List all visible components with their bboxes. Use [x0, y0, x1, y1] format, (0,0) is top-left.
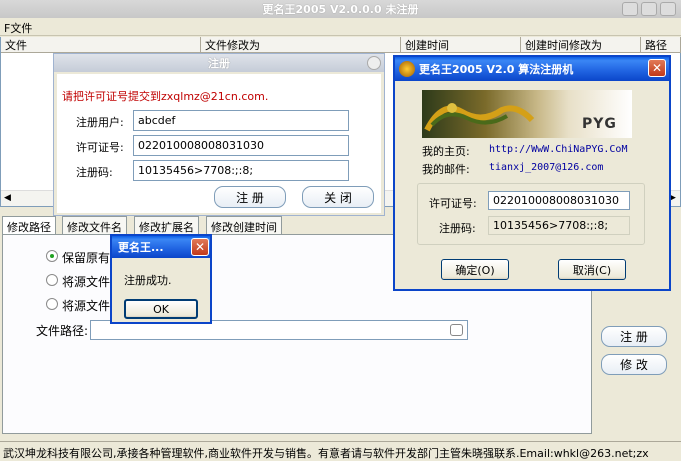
- message-box-text: 注册成功.: [124, 274, 172, 287]
- status-bar: 武汉坤龙科技有限公司,承接各种管理软件,商业软件开发与销售。有意者请与软件开发部…: [0, 441, 681, 461]
- main-title-bar: 更名王2005 V2.0.0.0 未注册: [0, 0, 681, 18]
- keygen-banner: PYG: [422, 90, 632, 138]
- file-path-label: 文件路径:: [36, 324, 89, 338]
- register-license-input[interactable]: 022010008008031030: [133, 135, 349, 156]
- keygen-license-label: 许可证号:: [429, 197, 477, 210]
- register-dialog-close-button[interactable]: [367, 56, 381, 70]
- column-header-file[interactable]: 文件: [1, 37, 201, 53]
- option-move-source-radio[interactable]: [46, 274, 58, 286]
- column-header-file-rename[interactable]: 文件修改为: [201, 37, 401, 53]
- keygen-code-output[interactable]: 10135456>7708:;:8;: [488, 216, 630, 235]
- main-minimize-button[interactable]: [622, 2, 638, 16]
- column-header-create-time[interactable]: 创建时间: [401, 37, 521, 53]
- tab-modify-extension[interactable]: 修改扩展名: [134, 216, 199, 234]
- main-modify-button[interactable]: 修 改: [601, 354, 667, 375]
- column-header-path[interactable]: 路径: [641, 37, 681, 53]
- keygen-homepage-label: 我的主页:: [422, 145, 470, 158]
- keygen-code-label: 注册码:: [439, 222, 476, 235]
- keygen-title-bar: 更名王2005 V2.0 算法注册机: [395, 57, 669, 81]
- register-dialog-close-text-button[interactable]: 关 闭: [302, 186, 374, 208]
- keygen-banner-text: PYG: [582, 116, 617, 132]
- register-dialog-title: 注册: [208, 57, 230, 70]
- register-code-label: 注册码:: [76, 166, 113, 179]
- scroll-left-icon[interactable]: ◀: [4, 193, 11, 203]
- keygen-title: 更名王2005 V2.0 算法注册机: [419, 63, 574, 76]
- dragon-icon: [424, 103, 535, 132]
- register-dialog-register-button[interactable]: 注 册: [214, 186, 286, 208]
- main-register-button[interactable]: 注 册: [601, 326, 667, 347]
- main-title: 更名王2005 V2.0.0.0 未注册: [262, 3, 419, 16]
- status-text: 武汉坤龙科技有限公司,承接各种管理软件,商业软件开发与销售。有意者请与软件开发部…: [3, 447, 649, 460]
- menu-file[interactable]: F文件: [4, 20, 32, 36]
- register-notice: 请把许可证号提交到zxqlmz@21cn.com.: [62, 90, 269, 103]
- keygen-email-label: 我的邮件:: [422, 163, 470, 176]
- register-dialog-title-bar: 注册: [54, 54, 384, 72]
- register-license-label: 许可证号:: [76, 141, 124, 154]
- tab-modify-create-time[interactable]: 修改创建时间: [206, 216, 282, 234]
- main-close-button[interactable]: [660, 2, 676, 16]
- column-header-create-time-change[interactable]: 创建时间修改为: [521, 37, 641, 53]
- register-dialog: 注册 请把许可证号提交到zxqlmz@21cn.com. 注册用户: abcde…: [53, 53, 385, 216]
- menu-bar: F文件: [0, 18, 681, 36]
- keygen-cancel-button[interactable]: 取消(C): [558, 259, 626, 280]
- main-maximize-button[interactable]: [641, 2, 657, 16]
- tab-modify-path[interactable]: 修改路径: [2, 216, 56, 234]
- option-move-source-label: 将源文件: [62, 275, 111, 289]
- keygen-ok-button[interactable]: 确定(O): [441, 259, 509, 280]
- register-user-label: 注册用户:: [76, 116, 124, 129]
- keygen-window: 更名王2005 V2.0 算法注册机 ✕ PYG 我的主页: http://Ww…: [393, 55, 671, 291]
- keygen-app-icon: [399, 61, 415, 77]
- message-box-ok-button[interactable]: OK: [124, 299, 198, 319]
- option-keep-original-label: 保留原有: [62, 251, 111, 265]
- register-code-input[interactable]: 10135456>7708:;:8;: [133, 160, 349, 181]
- option-copy-source-label: 将源文件: [62, 299, 111, 313]
- keygen-license-input[interactable]: 022010008008031030: [488, 191, 630, 210]
- keygen-close-button[interactable]: ✕: [648, 59, 666, 77]
- message-box-title: 更名王...: [118, 241, 164, 254]
- tab-modify-filename[interactable]: 修改文件名: [62, 216, 127, 234]
- keygen-email-link[interactable]: tianxj_2007@126.com: [489, 162, 603, 173]
- option-copy-source-radio[interactable]: [46, 298, 58, 310]
- option-keep-original-radio[interactable]: [46, 250, 58, 262]
- keygen-homepage-link[interactable]: http://WwW.ChiNaPYG.CoM: [489, 144, 627, 155]
- message-box-close-button[interactable]: ✕: [191, 238, 209, 256]
- message-box: 更名王... ✕ 注册成功. OK: [110, 234, 212, 324]
- register-user-input[interactable]: abcdef: [133, 110, 349, 131]
- file-path-browse-button[interactable]: [450, 324, 463, 336]
